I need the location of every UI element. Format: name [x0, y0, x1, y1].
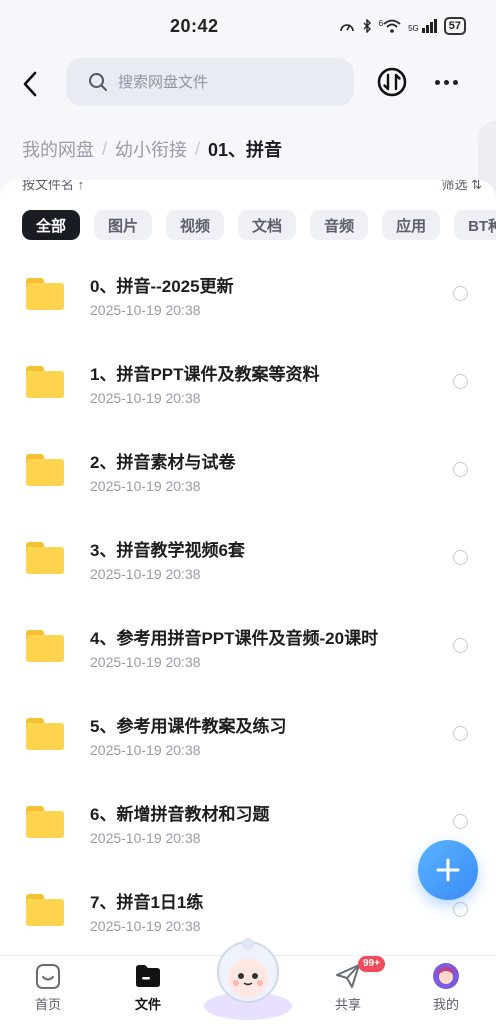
folder-icon	[26, 630, 64, 662]
filter-chips: 全部 图片 视频 文档 音频 应用 BT种子	[22, 210, 496, 242]
more-dot-icon	[452, 79, 458, 85]
filter-chip-all[interactable]: 全部	[22, 210, 81, 240]
breadcrumb-item-current: 01、拼音	[208, 140, 283, 160]
assistant-mascot[interactable]	[200, 928, 296, 1024]
nav-home-label: 首页	[34, 997, 61, 1012]
file-row[interactable]: 4、参考用拼音PPT课件及音频-20课时 2025-10-19 20:38	[0, 614, 496, 702]
chevron-left-icon	[23, 71, 37, 97]
file-name: 4、参考用拼音PPT课件及音频-20课时	[90, 629, 379, 648]
breadcrumb-item-parent[interactable]: 幼小衔接	[115, 136, 187, 162]
share-badge: 99+	[358, 956, 385, 972]
file-name: 3、拼音教学视频6套	[90, 541, 245, 560]
transfer-icon	[377, 67, 407, 97]
more-dot-icon	[443, 79, 449, 85]
file-name: 2、拼音素材与试卷	[90, 453, 236, 472]
status-bar: 20:42 6 5G 57	[0, 0, 496, 52]
more-dot-icon	[434, 79, 440, 85]
nav-home[interactable]: 首页	[18, 962, 78, 1013]
breadcrumb-item-root[interactable]: 我的网盘	[22, 136, 94, 162]
folder-icon	[26, 718, 64, 750]
status-time: 20:42	[170, 15, 219, 36]
select-radio[interactable]	[453, 726, 468, 741]
search-icon	[89, 73, 107, 91]
battery-icon: 57	[443, 17, 466, 35]
select-radio[interactable]	[453, 286, 468, 301]
breadcrumb-separator: /	[102, 138, 108, 159]
select-radio[interactable]	[453, 374, 468, 389]
transfer-button[interactable]	[376, 66, 408, 98]
nav-mine[interactable]: 我的	[416, 962, 476, 1013]
nav-share-label: 共享	[334, 997, 361, 1012]
file-date: 2025-10-19 20:38	[90, 918, 201, 934]
folder-icon	[26, 454, 64, 486]
status-icons: 6 5G 57	[339, 17, 466, 35]
filter-chip-docs[interactable]: 文档	[238, 210, 297, 240]
nav-mine-label: 我的	[432, 997, 459, 1012]
filter-chip-bt[interactable]: BT种子	[454, 210, 496, 240]
sort-row: 按文件名 ↑ 筛选 ⇅	[22, 180, 482, 194]
file-row[interactable]: 1、拼音PPT课件及教案等资料 2025-10-19 20:38	[0, 350, 496, 438]
mascot-icon	[204, 938, 292, 1020]
file-name: 7、拼音1日1练	[90, 893, 204, 912]
battery-level: 57	[448, 20, 461, 32]
more-button[interactable]	[430, 66, 462, 98]
file-row[interactable]: 2、拼音素材与试卷 2025-10-19 20:38	[0, 438, 496, 526]
back-button[interactable]	[14, 64, 46, 104]
file-row[interactable]: 5、参考用课件教案及练习 2025-10-19 20:38	[0, 702, 496, 790]
filter-button[interactable]: 筛选 ⇅	[441, 180, 482, 194]
file-panel: 按文件名 ↑ 筛选 ⇅ 全部 图片 视频 文档 音频 应用 BT种子 0、拼音-…	[0, 180, 496, 960]
nav-files[interactable]: 文件	[118, 962, 178, 1013]
signal-icon: 5G	[408, 19, 437, 33]
avatar-icon	[433, 963, 459, 989]
home-icon	[36, 964, 60, 989]
file-name: 1、拼音PPT课件及教案等资料	[90, 365, 320, 384]
speed-icon	[339, 24, 354, 32]
file-row[interactable]: 0、拼音--2025更新 2025-10-19 20:38	[0, 262, 496, 350]
folder-icon	[26, 894, 64, 926]
sort-button[interactable]: 按文件名 ↑	[22, 180, 84, 194]
file-row[interactable]: 3、拼音教学视频6套 2025-10-19 20:38	[0, 526, 496, 614]
file-date: 2025-10-19 20:38	[90, 654, 201, 670]
bottom-nav: 首页 文件 共享 我的	[0, 938, 496, 1024]
select-radio[interactable]	[453, 462, 468, 477]
select-radio[interactable]	[453, 550, 468, 565]
select-radio[interactable]	[453, 814, 468, 829]
folder-icon	[26, 278, 64, 310]
filter-chip-apps[interactable]: 应用	[382, 210, 441, 240]
plus-icon	[436, 858, 460, 882]
file-name: 6、新增拼音教材和习题	[90, 805, 270, 824]
select-radio[interactable]	[453, 902, 468, 917]
bluetooth-icon	[363, 19, 371, 33]
file-date: 2025-10-19 20:38	[90, 302, 201, 318]
folder-icon	[26, 542, 64, 574]
wifi-icon: 6	[379, 19, 401, 33]
file-name: 0、拼音--2025更新	[90, 277, 234, 296]
filter-chip-audio[interactable]: 音频	[310, 210, 369, 240]
nav-files-label: 文件	[134, 997, 161, 1012]
folder-icon	[26, 806, 64, 838]
add-button[interactable]	[418, 840, 478, 900]
breadcrumb: 我的网盘 / 幼小衔接 / 01、拼音	[22, 134, 282, 164]
breadcrumb-separator: /	[195, 138, 201, 159]
search-box[interactable]	[66, 58, 354, 106]
file-date: 2025-10-19 20:38	[90, 390, 201, 406]
filter-chip-images[interactable]: 图片	[94, 210, 153, 240]
folder-icon	[26, 366, 64, 398]
file-date: 2025-10-19 20:38	[90, 566, 201, 582]
top-bar	[0, 56, 496, 112]
file-name: 5、参考用课件教案及练习	[90, 717, 287, 736]
search-input[interactable]	[118, 73, 338, 91]
filter-chip-videos[interactable]: 视频	[166, 210, 225, 240]
file-date: 2025-10-19 20:38	[90, 742, 201, 758]
file-date: 2025-10-19 20:38	[90, 478, 201, 494]
select-radio[interactable]	[453, 638, 468, 653]
folder-filled-icon	[136, 965, 160, 987]
file-date: 2025-10-19 20:38	[90, 830, 201, 846]
network-label: 5G	[408, 24, 419, 33]
